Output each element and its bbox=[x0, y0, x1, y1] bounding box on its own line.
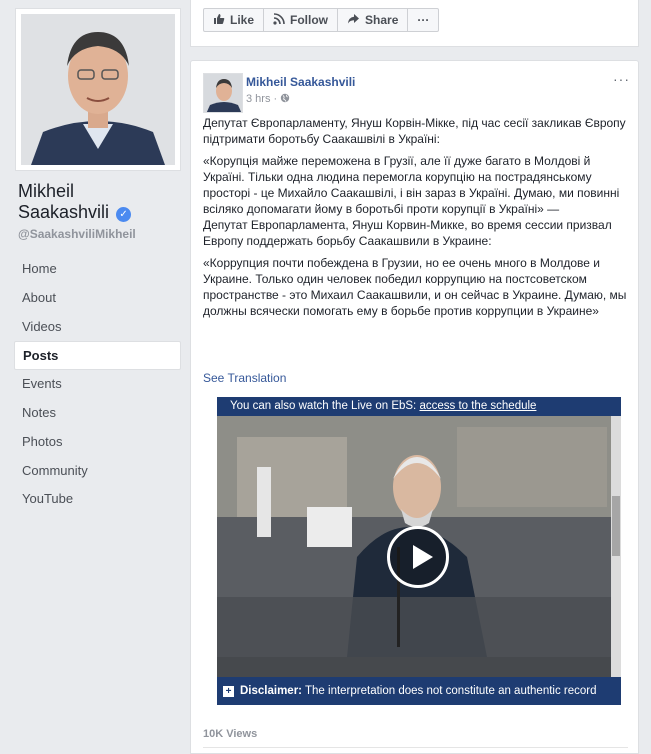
profile-photo-illustration bbox=[21, 14, 175, 165]
nav-item-videos[interactable]: Videos bbox=[14, 313, 181, 342]
disclaimer-label: Disclaimer: bbox=[240, 685, 303, 697]
post-paragraph-2: «Корупція майже переможена в Грузії, але… bbox=[203, 154, 620, 216]
profile-photo bbox=[21, 14, 175, 165]
thumbs-up-icon bbox=[213, 13, 225, 28]
post-paragraph-1: Депутат Європарламенту, Януш Корвін-Мікк… bbox=[203, 116, 626, 146]
video-schedule-link[interactable]: access to the schedule bbox=[419, 400, 536, 412]
post-paragraph-3: Депутат Европарламента, Януш Корвин-Микк… bbox=[203, 218, 612, 248]
video-banner-text: You can also watch the Live on EbS: bbox=[230, 400, 420, 412]
nav-item-community[interactable]: Community bbox=[14, 457, 181, 486]
see-translation-link[interactable]: See Translation bbox=[203, 371, 286, 385]
follow-button-label: Follow bbox=[290, 13, 329, 27]
nav-item-youtube[interactable]: YouTube bbox=[14, 485, 181, 514]
post-meta: 3 hrs · bbox=[246, 93, 290, 105]
post-paragraph-4: «Коррупция почти побеждена в Грузии, но … bbox=[203, 256, 627, 318]
video-disclaimer: + Disclaimer: The interpretation does not… bbox=[217, 677, 621, 705]
page-actions-bar: Like Follow Share ··· bbox=[190, 0, 639, 47]
like-button-label: Like bbox=[230, 13, 255, 27]
video-scrollbar-thumb[interactable] bbox=[612, 496, 620, 556]
nav-item-home[interactable]: Home bbox=[14, 255, 181, 284]
video-views-count: 10K Views bbox=[203, 728, 258, 740]
like-button[interactable]: Like bbox=[203, 8, 265, 32]
more-options-button[interactable]: ··· bbox=[407, 8, 440, 32]
author-avatar[interactable] bbox=[203, 73, 243, 113]
nav-item-photos[interactable]: Photos bbox=[14, 428, 181, 457]
post-options-icon[interactable]: ··· bbox=[613, 71, 630, 87]
post-author[interactable]: Mikheil Saakashvili bbox=[246, 75, 355, 89]
rss-follow-icon bbox=[273, 12, 285, 28]
nav-item-events[interactable]: Events bbox=[14, 370, 181, 399]
disclaimer-text: The interpretation does not constitute a… bbox=[302, 685, 597, 697]
more-dots-icon: ··· bbox=[417, 13, 430, 27]
post-card: Mikheil Saakashvili 3 hrs · ··· Депутат … bbox=[190, 60, 639, 754]
verified-badge-icon: ✓ bbox=[116, 207, 132, 222]
post-text: Депутат Європарламенту, Януш Корвін-Мікк… bbox=[203, 115, 628, 325]
video-scrollbar[interactable] bbox=[611, 416, 621, 677]
share-button-label: Share bbox=[365, 13, 399, 27]
expand-plus-icon[interactable]: + bbox=[223, 686, 234, 697]
video-player[interactable]: You can also watch the Live on EbS: acce… bbox=[217, 397, 621, 705]
globe-icon bbox=[280, 93, 290, 105]
nav-item-notes[interactable]: Notes bbox=[14, 399, 181, 428]
page-nav: Home About Videos Posts Events Notes Pho… bbox=[14, 255, 181, 514]
page-username[interactable]: @SaakashviliMikheil bbox=[18, 227, 136, 241]
follow-button[interactable]: Follow bbox=[263, 8, 339, 32]
avatar-illustration bbox=[204, 74, 242, 112]
post-divider bbox=[203, 747, 628, 748]
nav-item-posts[interactable]: Posts bbox=[14, 341, 181, 371]
page-name-line1: Mikheil bbox=[18, 181, 75, 201]
profile-picture[interactable] bbox=[15, 8, 181, 171]
left-column: Mikheil Saakashvili ✓ @SaakashviliMikhei… bbox=[0, 0, 190, 754]
post-timestamp[interactable]: 3 hrs bbox=[246, 93, 270, 105]
nav-item-about[interactable]: About bbox=[14, 284, 181, 313]
action-buttons: Like Follow Share ··· bbox=[203, 8, 440, 32]
share-button[interactable]: Share bbox=[337, 8, 409, 32]
play-triangle-icon bbox=[413, 545, 433, 569]
share-arrow-icon bbox=[347, 13, 360, 28]
page-name-line2: Saakashvili bbox=[18, 202, 110, 222]
play-button-icon[interactable] bbox=[387, 526, 449, 588]
video-banner: You can also watch the Live on EbS: acce… bbox=[217, 397, 621, 416]
page-name[interactable]: Mikheil Saakashvili ✓ bbox=[18, 181, 132, 223]
